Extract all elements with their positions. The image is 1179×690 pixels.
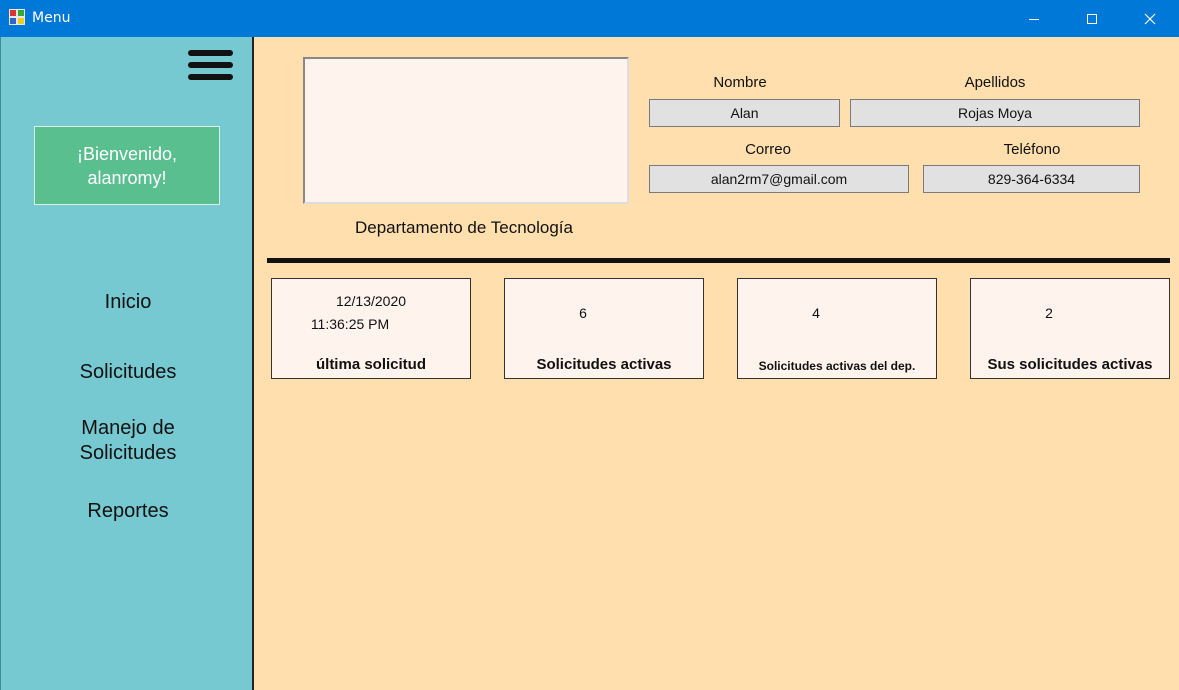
hamburger-menu-icon[interactable] bbox=[188, 50, 233, 82]
apellidos-label: Apellidos bbox=[964, 74, 1026, 91]
telefono-label: Teléfono bbox=[1003, 141, 1061, 158]
card-sus-solicitudes[interactable]: 2 Sus solicitudes activas bbox=[970, 278, 1170, 379]
card-caption: Solicitudes activas del dep. bbox=[758, 359, 916, 373]
sidebar: ¡Bienvenido, alanromy! Inicio Solicitude… bbox=[0, 37, 254, 690]
card-caption: Sus solicitudes activas bbox=[987, 356, 1153, 373]
correo-label: Correo bbox=[745, 141, 791, 158]
card-caption: última solicitud bbox=[315, 356, 426, 373]
card-value-date: 12/13/2020 bbox=[335, 293, 407, 309]
nombre-label: Nombre bbox=[713, 74, 767, 91]
window-title: Menu bbox=[32, 10, 71, 26]
card-ultima-solicitud[interactable]: 12/13/2020 11:36:25 PM última solicitud bbox=[271, 278, 471, 379]
sidebar-item-manejo-solicitudes[interactable]: Manejo de Solicitudes bbox=[1, 416, 255, 466]
apellidos-field[interactable]: Rojas Moya bbox=[850, 99, 1140, 127]
card-solicitudes-activas[interactable]: 6 Solicitudes activas bbox=[504, 278, 704, 379]
sidebar-item-reportes[interactable]: Reportes bbox=[1, 499, 255, 524]
close-icon bbox=[1144, 13, 1156, 24]
card-caption: Solicitudes activas bbox=[536, 356, 672, 373]
card-value: 2 bbox=[1045, 305, 1053, 321]
card-solicitudes-dep[interactable]: 4 Solicitudes activas del dep. bbox=[737, 278, 937, 379]
sidebar-item-inicio[interactable]: Inicio bbox=[1, 290, 255, 315]
card-value-time: 11:36:25 PM bbox=[310, 316, 390, 332]
minimize-icon bbox=[1029, 18, 1039, 20]
sidebar-item-solicitudes[interactable]: Solicitudes bbox=[1, 360, 255, 385]
title-bar: Menu bbox=[0, 0, 1179, 37]
correo-field[interactable]: alan2rm7@gmail.com bbox=[649, 165, 909, 193]
maximize-icon bbox=[1087, 13, 1097, 24]
department-label: Departamento de Tecnología bbox=[354, 218, 573, 237]
nombre-field[interactable]: Alan bbox=[649, 99, 840, 127]
maximize-button[interactable] bbox=[1063, 0, 1121, 37]
section-divider bbox=[267, 258, 1170, 263]
profile-photo bbox=[303, 57, 629, 204]
close-button[interactable] bbox=[1121, 0, 1179, 37]
card-value: 6 bbox=[579, 305, 587, 321]
app-icon bbox=[9, 9, 25, 25]
minimize-button[interactable] bbox=[1005, 0, 1063, 37]
telefono-field[interactable]: 829-364-6334 bbox=[923, 165, 1140, 193]
welcome-badge: ¡Bienvenido, alanromy! bbox=[34, 126, 220, 205]
card-value: 4 bbox=[812, 305, 820, 321]
